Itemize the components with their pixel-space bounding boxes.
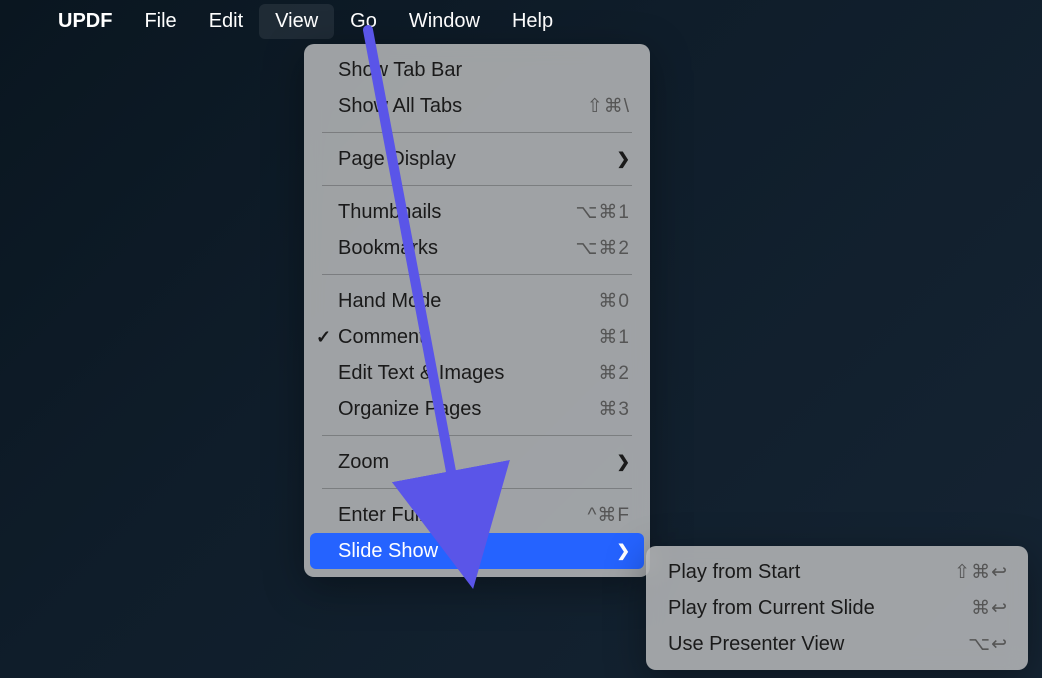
menu-edit[interactable]: Edit (193, 4, 259, 39)
menu-item-shortcut: ⌥⌘2 (576, 237, 630, 260)
menu-bookmarks[interactable]: Bookmarks ⌥⌘2 (304, 230, 650, 266)
menu-item-label: Organize Pages (338, 398, 598, 421)
submenu-item-label: Use Presenter View (668, 633, 968, 656)
submenu-item-shortcut: ⌘↩ (971, 597, 1008, 620)
menu-enter-full-screen[interactable]: Enter Full Screen ^⌘F (304, 497, 650, 533)
menu-separator (322, 488, 632, 489)
submenu-item-label: Play from Start (668, 561, 954, 584)
menu-item-label: Edit Text & Images (338, 362, 598, 385)
menu-separator (322, 132, 632, 133)
submenu-play-from-current[interactable]: Play from Current Slide ⌘↩ (646, 590, 1028, 626)
menu-item-label: Thumbnails (338, 201, 576, 224)
menu-item-shortcut: ⌘3 (598, 398, 630, 421)
submenu-use-presenter-view[interactable]: Use Presenter View ⌥↩ (646, 626, 1028, 662)
menu-item-label: Show All Tabs (338, 95, 587, 118)
app-name[interactable]: UPDF (42, 4, 128, 39)
submenu-item-shortcut: ⌥↩ (968, 633, 1008, 656)
submenu-item-label: Play from Current Slide (668, 597, 971, 620)
menu-organize-pages[interactable]: Organize Pages ⌘3 (304, 391, 650, 427)
menu-item-shortcut: ⇧⌘\ (587, 95, 630, 118)
chevron-right-icon: ❯ (617, 149, 630, 169)
menu-comment[interactable]: ✓ Comment ⌘1 (304, 319, 650, 355)
menu-show-tab-bar[interactable]: Show Tab Bar (304, 52, 650, 88)
menu-item-label: Enter Full Screen (338, 504, 587, 527)
menu-thumbnails[interactable]: Thumbnails ⌥⌘1 (304, 194, 650, 230)
chevron-right-icon: ❯ (617, 452, 630, 472)
submenu-play-from-start[interactable]: Play from Start ⇧⌘↩ (646, 554, 1028, 590)
menu-item-shortcut: ⌘2 (598, 362, 630, 385)
menu-item-label: Page Display (338, 148, 617, 171)
menu-help[interactable]: Help (496, 4, 569, 39)
slideshow-submenu: Play from Start ⇧⌘↩ Play from Current Sl… (646, 546, 1028, 670)
menu-separator (322, 185, 632, 186)
menu-item-label: Slide Show (338, 540, 617, 563)
menu-separator (322, 435, 632, 436)
menu-item-shortcut: ^⌘F (587, 504, 630, 527)
menu-view[interactable]: View (259, 4, 334, 39)
menu-go[interactable]: Go (334, 4, 393, 39)
menu-file[interactable]: File (128, 4, 192, 39)
menu-page-display[interactable]: Page Display ❯ (304, 141, 650, 177)
menu-window[interactable]: Window (393, 4, 496, 39)
menu-item-shortcut: ⌥⌘1 (576, 201, 630, 224)
menu-item-label: Bookmarks (338, 237, 576, 260)
menu-item-shortcut: ⌘0 (598, 290, 630, 313)
view-dropdown: Show Tab Bar Show All Tabs ⇧⌘\ Page Disp… (304, 44, 650, 577)
menu-item-label: Zoom (338, 451, 617, 474)
menubar: UPDF File Edit View Go Window Help (0, 0, 1042, 42)
menu-show-all-tabs[interactable]: Show All Tabs ⇧⌘\ (304, 88, 650, 124)
menu-item-label: Show Tab Bar (338, 59, 630, 82)
chevron-right-icon: ❯ (617, 541, 630, 561)
menu-zoom[interactable]: Zoom ❯ (304, 444, 650, 480)
menu-item-shortcut: ⌘1 (598, 326, 630, 349)
menu-edit-text-images[interactable]: Edit Text & Images ⌘2 (304, 355, 650, 391)
menu-slide-show[interactable]: Slide Show ❯ (310, 533, 644, 569)
menu-item-label: Hand Mode (338, 290, 598, 313)
submenu-item-shortcut: ⇧⌘↩ (954, 561, 1008, 584)
checkmark-icon: ✓ (316, 327, 331, 348)
menu-item-label: Comment (338, 326, 598, 349)
menu-hand-mode[interactable]: Hand Mode ⌘0 (304, 283, 650, 319)
menu-separator (322, 274, 632, 275)
